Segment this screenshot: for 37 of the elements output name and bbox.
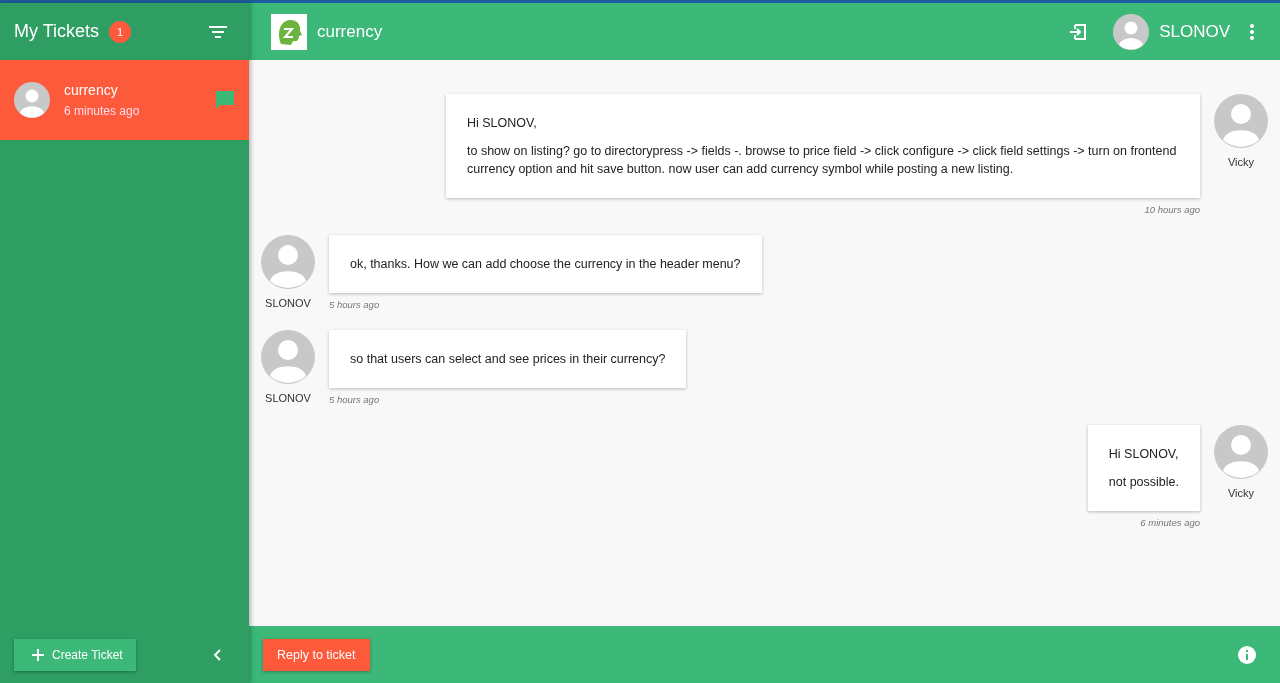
chat-icon (215, 90, 235, 110)
count-badge: 1 (109, 20, 131, 43)
avatar-icon (261, 330, 315, 384)
ticket-item[interactable]: currency 6 minutes ago (0, 60, 249, 140)
message-text: Hi SLONOV, (1108, 446, 1179, 463)
author-name: Vicky (1227, 487, 1255, 499)
info-icon[interactable] (1238, 645, 1256, 664)
chevron-left-icon[interactable] (213, 648, 221, 661)
author-name: SLONOV (265, 297, 311, 309)
message-text: Hi SLONOV, (467, 115, 538, 132)
ticket-time: 6 minutes ago (64, 104, 141, 118)
filter-icon[interactable] (209, 25, 227, 38)
message-text: ok, thanks. How we can add choose the currency in the header menu? (350, 256, 741, 273)
message-time: 5 hours ago (329, 394, 381, 405)
logo-icon (271, 13, 307, 50)
message-text: not possible. (1108, 474, 1179, 491)
sidebar-title: My Tickets (14, 21, 99, 42)
message-text: so that users can select and see prices in their currency? (350, 351, 666, 368)
login-icon[interactable] (1069, 22, 1088, 41)
message-text: to show on listing? go to directorypress -> fields -. browse to price field -> click configure -> click field settings -> turn on frontend currency option and hit save button. now user can add currency symbol while posting a new listing. (467, 143, 1178, 178)
reply-button[interactable]: Reply to ticket (263, 638, 370, 671)
avatar-icon (1214, 94, 1268, 148)
user-name[interactable]: SLONOV (1159, 21, 1230, 42)
message-time: 10 hours ago (1144, 204, 1200, 215)
avatar-icon (261, 235, 315, 289)
ticket-title: currency (64, 82, 119, 98)
author-name: Vicky (1227, 156, 1255, 168)
author-name: SLONOV (265, 392, 311, 404)
avatar-icon (1214, 425, 1268, 479)
plus-icon (32, 648, 44, 661)
user-avatar-icon[interactable] (1113, 13, 1150, 50)
create-ticket-button[interactable]: Create Ticket (14, 638, 136, 671)
message-time: 5 hours ago (329, 299, 381, 310)
message-time: 6 minutes ago (1140, 517, 1200, 528)
ticket-heading: currency (317, 21, 383, 42)
more-icon[interactable] (1250, 23, 1254, 40)
avatar-icon (14, 82, 50, 118)
